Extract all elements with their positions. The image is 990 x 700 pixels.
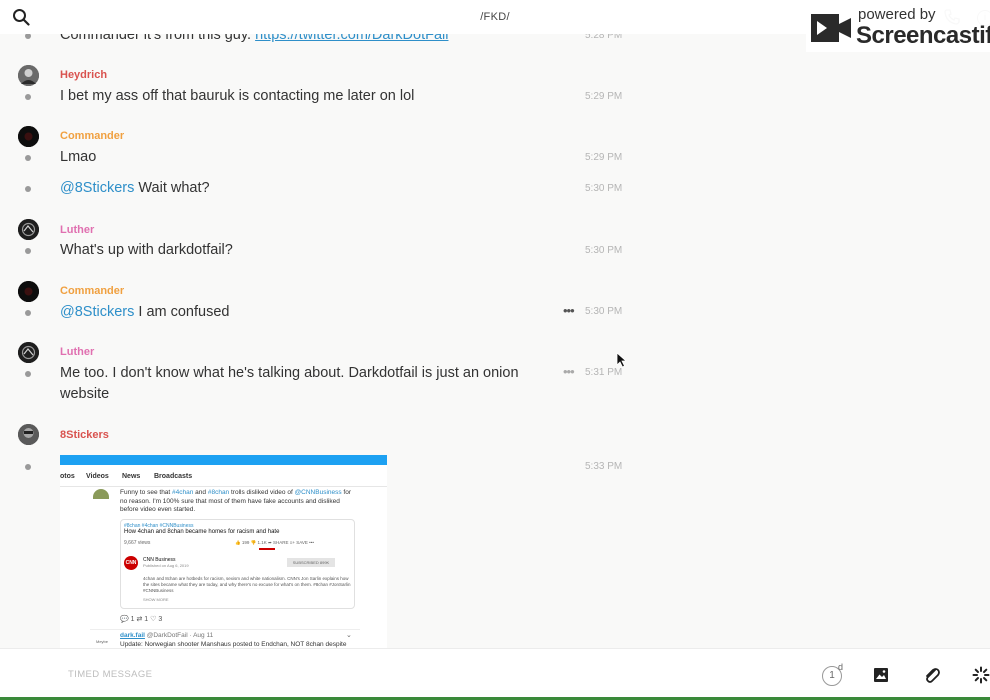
message-time: 5:29 PM bbox=[585, 91, 623, 102]
avatar-luther[interactable] bbox=[18, 219, 39, 240]
message-time: 5:30 PM bbox=[585, 306, 623, 317]
author-name[interactable]: Commander bbox=[60, 130, 124, 142]
author-name[interactable]: Commander bbox=[60, 285, 124, 297]
embed-tab: News bbox=[122, 473, 141, 480]
embed-tab: Videos bbox=[86, 473, 109, 480]
avatar-8stickers[interactable] bbox=[18, 424, 39, 445]
message-time: 5:29 PM bbox=[585, 152, 623, 163]
tweet-author: dark.fail @DarkDotFail · Aug 11 bbox=[120, 632, 214, 639]
message-text: I bet my ass off that bauruk is contacti… bbox=[60, 88, 415, 104]
watermark-brand: Screencastify bbox=[856, 22, 990, 49]
tweet-text: Update: Norwegian shooter Manshaus poste… bbox=[120, 641, 347, 648]
message-time: 5:31 PM bbox=[585, 367, 623, 378]
message-time: 5:30 PM bbox=[585, 245, 623, 256]
message-dot bbox=[25, 310, 31, 316]
embed-tab: Broadcasts bbox=[154, 473, 193, 480]
author-name[interactable]: Luther bbox=[60, 346, 94, 358]
card-subscribe: SUBSCRIBED 899K bbox=[287, 558, 335, 567]
embed-tabs: otos Videos News Broadcasts bbox=[60, 465, 387, 487]
divider bbox=[90, 629, 360, 630]
message-dot bbox=[25, 94, 31, 100]
author-name[interactable]: Heydrich bbox=[60, 69, 107, 81]
message-dot bbox=[25, 464, 31, 470]
more-options-icon[interactable]: ••• bbox=[563, 364, 575, 379]
message-text: Lmao bbox=[60, 149, 97, 165]
timer-unit: d bbox=[838, 662, 844, 672]
mouse-cursor-icon bbox=[616, 352, 628, 368]
embed-header-bar bbox=[60, 455, 387, 465]
embed-tab: otos bbox=[60, 473, 75, 480]
loading-spinner-icon[interactable] bbox=[972, 666, 990, 684]
avatar-commander[interactable] bbox=[18, 281, 39, 302]
message-text: @8Stickers Wait what? bbox=[60, 180, 210, 196]
mention[interactable]: @8Stickers bbox=[60, 180, 134, 196]
screencastify-watermark: powered by Screencastify bbox=[806, 4, 990, 52]
message-dot bbox=[25, 248, 31, 254]
screenshot-attachment[interactable]: otos Videos News Broadcasts Funny to see… bbox=[60, 455, 387, 648]
card-stats: 👍 199 👎 1.1K ➦ SHARE ≡+ SAVE ••• bbox=[235, 540, 314, 545]
message-dot bbox=[25, 155, 31, 161]
message-text: What's up with darkdotfail? bbox=[60, 242, 233, 258]
screencastify-logo-icon bbox=[811, 14, 851, 42]
dislike-bar bbox=[259, 548, 275, 550]
message-text: @8Stickers I am confused bbox=[60, 304, 230, 320]
message-time: 5:33 PM bbox=[585, 461, 623, 472]
avatar-luther[interactable] bbox=[18, 342, 39, 363]
more-options-icon[interactable]: ••• bbox=[563, 303, 575, 318]
message-time: 5:30 PM bbox=[585, 183, 623, 194]
message-dot bbox=[25, 186, 31, 192]
author-name[interactable]: 8Stickers bbox=[60, 429, 109, 441]
chevron-down-icon: ⌄ bbox=[346, 632, 352, 639]
avatar-commander[interactable] bbox=[18, 126, 39, 147]
embed-tweet-text: Funny to see that #4chan and #8chan trol… bbox=[120, 489, 352, 513]
message-text: Me too. I don't know what he's talking a… bbox=[60, 365, 519, 402]
tweet-avatar bbox=[93, 489, 109, 499]
message-input[interactable]: TIMED MESSAGE bbox=[68, 669, 152, 680]
image-icon[interactable] bbox=[873, 667, 889, 683]
card-description: 4chan and 8chan are hotbeds for racism, … bbox=[143, 576, 351, 593]
tweet-avatar-label: Meybe bbox=[96, 639, 109, 644]
message-dot bbox=[25, 371, 31, 377]
card-published: Published on Aug 6, 2019 bbox=[143, 563, 189, 568]
author-name[interactable]: Luther bbox=[60, 224, 94, 236]
composer-bar: TIMED MESSAGE 1 d bbox=[0, 648, 990, 700]
mention[interactable]: @8Stickers bbox=[60, 304, 134, 320]
card-title: How 4chan and 8chan became homes for rac… bbox=[124, 529, 280, 535]
watermark-line1: powered by bbox=[858, 6, 936, 23]
paperclip-icon[interactable] bbox=[923, 666, 941, 684]
card-show-more: SHOW MORE bbox=[143, 597, 169, 602]
card-views: 9,667 views bbox=[124, 540, 151, 546]
avatar-heydrich[interactable] bbox=[18, 65, 39, 86]
cnn-logo: CNN bbox=[124, 556, 138, 570]
tweet-actions: 💬 1 ⇄ 1 ♡ 3 bbox=[120, 616, 163, 623]
embed-video-card: #8chan #4chan #CNNBusiness How 4chan and… bbox=[120, 519, 355, 609]
message-feed[interactable]: Commander it's from this guy. https://tw… bbox=[0, 0, 990, 648]
